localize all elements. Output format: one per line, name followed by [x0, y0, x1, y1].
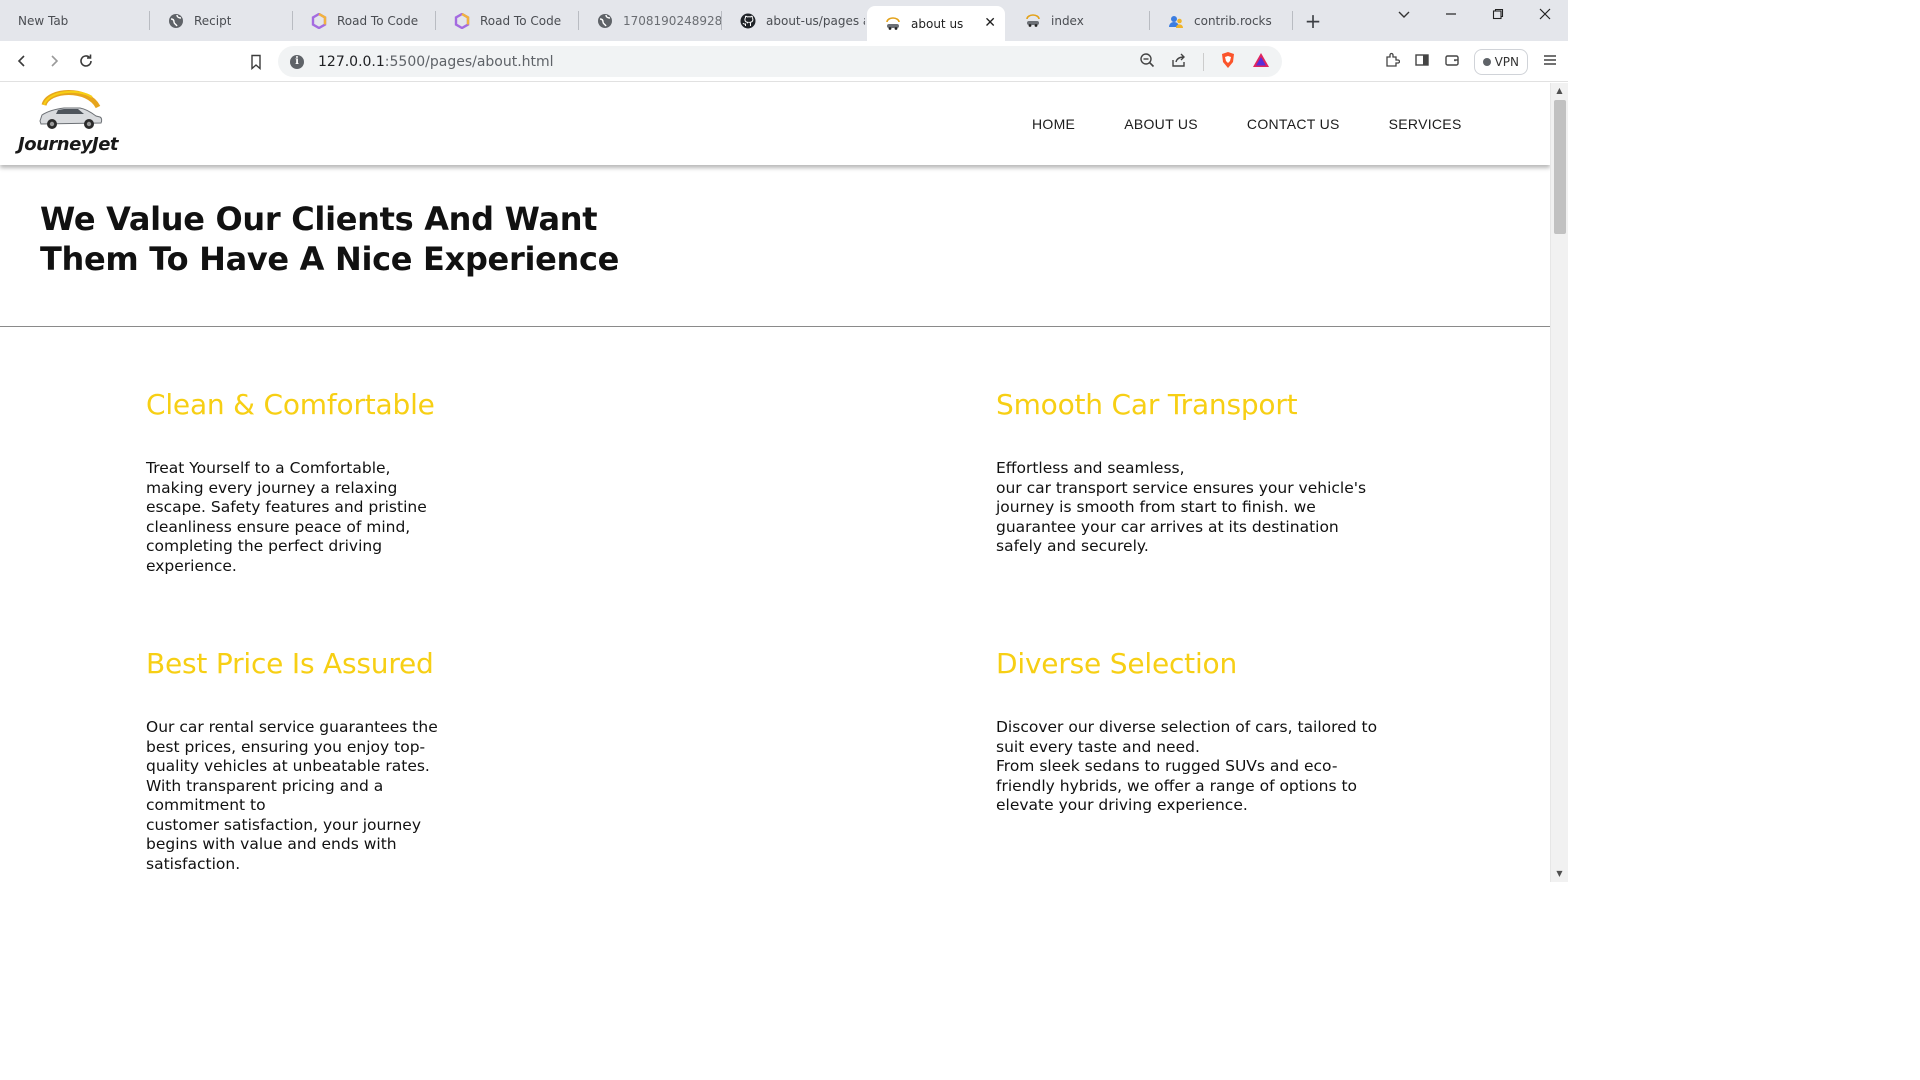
- tab-label: index: [1051, 13, 1084, 28]
- address-bar[interactable]: i 127.0.0.1:5500/pages/about.html: [278, 46, 1282, 77]
- feature-smooth-transport: Smooth Car Transport Effortless and seam…: [996, 388, 1396, 557]
- page-title: We Value Our Clients And Want Them To Ha…: [40, 199, 660, 279]
- title-line-2: Them To Have A Nice Experience: [40, 240, 620, 278]
- tab-search-icon[interactable]: [1380, 8, 1427, 24]
- site-header: JourneyJet HOME ABOUT US CONTACT US SERV…: [0, 83, 1550, 165]
- globe-icon: [168, 13, 184, 29]
- tab-label: Recipt: [194, 13, 232, 28]
- toolbar-right-actions: VPN: [1384, 46, 1558, 77]
- tab-label: about us: [911, 16, 964, 31]
- section-divider: [0, 326, 1550, 327]
- vpn-button[interactable]: VPN: [1473, 48, 1528, 75]
- feature-text: Discover our diverse selection of cars, …: [996, 718, 1378, 814]
- globe-icon: [597, 13, 613, 29]
- extensions-icon[interactable]: [1384, 52, 1400, 72]
- new-tab-button[interactable]: +: [1293, 0, 1333, 41]
- minimize-icon[interactable]: [1427, 8, 1474, 24]
- tab-new-tab[interactable]: New Tab: [0, 0, 150, 41]
- nav-about-us[interactable]: ABOUT US: [1124, 116, 1198, 132]
- brave-shields-icon[interactable]: [1220, 51, 1236, 73]
- vpn-label: VPN: [1494, 54, 1519, 69]
- feature-clean-comfortable: Clean & Comfortable Treat Yourself to a …: [146, 388, 466, 576]
- car-favicon-icon: [885, 16, 901, 32]
- main-nav: HOME ABOUT US CONTACT US SERVICES: [1010, 83, 1484, 165]
- nav-services[interactable]: SERVICES: [1389, 116, 1462, 132]
- github-icon: [740, 13, 756, 29]
- browser-toolbar: i 127.0.0.1:5500/pages/about.html VPN: [0, 41, 1568, 82]
- tab-label: Road To Code: [480, 13, 562, 28]
- scrollbar-thumb[interactable]: [1554, 100, 1566, 234]
- tab-label: 1708190248928-5: [623, 13, 722, 28]
- scroll-up-icon[interactable]: ▲: [1551, 83, 1568, 99]
- nav-home[interactable]: HOME: [1032, 116, 1075, 132]
- site-logo[interactable]: JourneyJet: [18, 85, 123, 161]
- feature-text: Our car rental service guarantees the be…: [146, 718, 438, 873]
- address-url: 127.0.0.1:5500/pages/about.html: [318, 53, 554, 70]
- tab-index[interactable]: index: [1007, 0, 1150, 41]
- forward-icon[interactable]: [38, 45, 70, 77]
- road-to-code-icon: [311, 12, 327, 29]
- feature-text: Treat Yourself to a Comfortable, making …: [146, 459, 427, 575]
- window-controls: [1380, 0, 1568, 32]
- brave-rewards-icon[interactable]: [1252, 52, 1270, 72]
- feature-title: Diverse Selection: [996, 647, 1237, 680]
- menu-icon[interactable]: [1542, 52, 1558, 72]
- bookmark-icon[interactable]: [240, 46, 272, 78]
- feature-text: Effortless and seamless, our car transpo…: [996, 459, 1367, 555]
- tab-file[interactable]: 1708190248928-5: [579, 0, 722, 41]
- feature-title: Clean & Comfortable: [146, 388, 435, 421]
- title-line-1: We Value Our Clients And Want: [40, 200, 598, 238]
- tab-label: contrib.rocks: [1194, 13, 1272, 28]
- wallet-icon[interactable]: [1444, 52, 1460, 72]
- feature-title: Smooth Car Transport: [996, 388, 1298, 421]
- contrib-icon: [1168, 13, 1184, 29]
- car-logo-icon: [39, 90, 103, 129]
- feature-title: Best Price Is Assured: [146, 647, 434, 680]
- close-window-icon[interactable]: [1521, 8, 1568, 24]
- feature-diverse-selection: Diverse Selection Discover our diverse s…: [996, 647, 1406, 816]
- back-icon[interactable]: [6, 45, 38, 77]
- brand-name: JourneyJet: [18, 134, 119, 155]
- tab-label: about-us/pages a: [766, 13, 865, 28]
- zoom-out-icon[interactable]: [1139, 52, 1155, 72]
- feature-best-price: Best Price Is Assured Our car rental ser…: [146, 647, 466, 874]
- tab-road-to-code-1[interactable]: Road To Code: [293, 0, 436, 41]
- omnibox-divider: [1203, 52, 1204, 71]
- reload-icon[interactable]: [70, 45, 102, 77]
- tab-about-us[interactable]: about us ✕: [867, 6, 1005, 41]
- tab-label: New Tab: [18, 13, 69, 28]
- tab-github[interactable]: about-us/pages a: [722, 0, 865, 41]
- restore-icon[interactable]: [1474, 8, 1521, 24]
- sidebar-icon[interactable]: [1414, 52, 1430, 72]
- site-info-icon[interactable]: i: [290, 54, 304, 69]
- vpn-status-icon: [1482, 57, 1491, 66]
- road-to-code-icon: [454, 12, 470, 29]
- car-favicon-icon: [1025, 13, 1041, 29]
- tab-contrib-rocks[interactable]: contrib.rocks: [1150, 0, 1293, 41]
- close-tab-icon[interactable]: ✕: [984, 15, 996, 31]
- page-viewport: JourneyJet HOME ABOUT US CONTACT US SERV…: [0, 83, 1550, 882]
- browser-tab-strip: New Tab Recipt Road To Code Road To Code…: [0, 0, 1568, 41]
- page-scrollbar[interactable]: ▲ ▼: [1550, 83, 1568, 882]
- scroll-down-icon[interactable]: ▼: [1551, 866, 1568, 882]
- nav-contact-us[interactable]: CONTACT US: [1247, 116, 1340, 132]
- tab-road-to-code-2[interactable]: Road To Code: [436, 0, 579, 41]
- share-icon[interactable]: [1171, 52, 1187, 72]
- tab-label: Road To Code: [337, 13, 419, 28]
- tab-recipt[interactable]: Recipt: [150, 0, 293, 41]
